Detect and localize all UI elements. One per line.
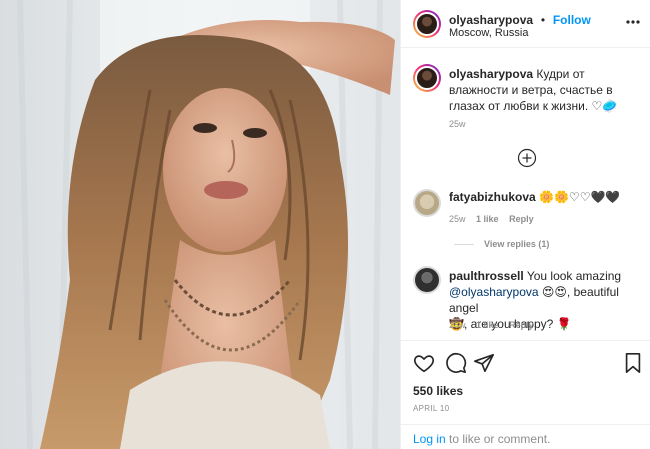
comment-username[interactable]: fatyabizhukova <box>449 190 536 204</box>
bookmark-icon[interactable] <box>623 352 643 374</box>
like-count[interactable]: 550 likes <box>413 384 463 398</box>
post-image <box>0 0 400 449</box>
comment-username[interactable]: paulthrossell <box>449 269 524 283</box>
comment-icon[interactable] <box>445 352 467 374</box>
comment-text: You look amazing <box>526 269 622 283</box>
load-more-comments-icon[interactable] <box>517 148 537 168</box>
dot-separator: • <box>537 13 549 27</box>
comment-like-count[interactable]: 1 like <box>476 320 499 330</box>
comment-text: 🌼🌼♡♡🖤🖤 <box>539 190 621 204</box>
comment-avatar[interactable] <box>413 266 441 294</box>
author-avatar[interactable] <box>413 10 441 38</box>
caption-timestamp[interactable]: 25w <box>449 119 466 129</box>
login-footer: Log in to like or comment. <box>401 424 650 449</box>
post-date[interactable]: APRIL 10 <box>413 404 449 413</box>
login-prompt-text: to like or comment. <box>445 432 551 446</box>
comment-item: fatyabizhukova 🌼🌼♡♡🖤🖤 <box>449 189 639 205</box>
mention-link[interactable]: @olyasharypova <box>449 285 539 299</box>
post-location[interactable]: Moscow, Russia <box>449 27 528 39</box>
comment-reply-button[interactable]: Reply <box>509 214 534 224</box>
comment-avatar[interactable] <box>413 189 441 217</box>
caption-username[interactable]: olyasharypova <box>449 67 533 81</box>
post-side-panel: olyasharypova • Follow Moscow, Russia ol… <box>400 0 650 449</box>
caption-avatar[interactable] <box>413 64 441 92</box>
author-username[interactable]: olyasharypova <box>449 13 533 27</box>
comment-reply-button[interactable]: Reply <box>509 320 534 330</box>
comment-meta: 25w 1 like Reply <box>449 214 534 224</box>
comment-like-count[interactable]: 1 like <box>476 214 499 224</box>
caption-block: olyasharypova Кудри от влажности и ветра… <box>449 66 637 114</box>
post-photo[interactable] <box>0 0 400 449</box>
more-options-icon[interactable] <box>625 14 641 30</box>
login-link[interactable]: Log in <box>413 432 446 446</box>
login-prompt: Log in to like or comment. <box>413 432 550 446</box>
heart-icon[interactable] <box>413 352 435 374</box>
replies-divider <box>454 244 474 245</box>
share-icon[interactable] <box>473 352 495 374</box>
post-header: olyasharypova • Follow Moscow, Russia <box>401 0 650 48</box>
comment-timestamp[interactable]: 25w <box>449 214 466 224</box>
comment-meta: 25w 1 like Reply <box>449 320 534 330</box>
view-replies-button[interactable]: View replies (1) <box>484 239 549 249</box>
comment-timestamp[interactable]: 25w <box>449 320 466 330</box>
follow-button[interactable]: Follow <box>553 13 591 27</box>
